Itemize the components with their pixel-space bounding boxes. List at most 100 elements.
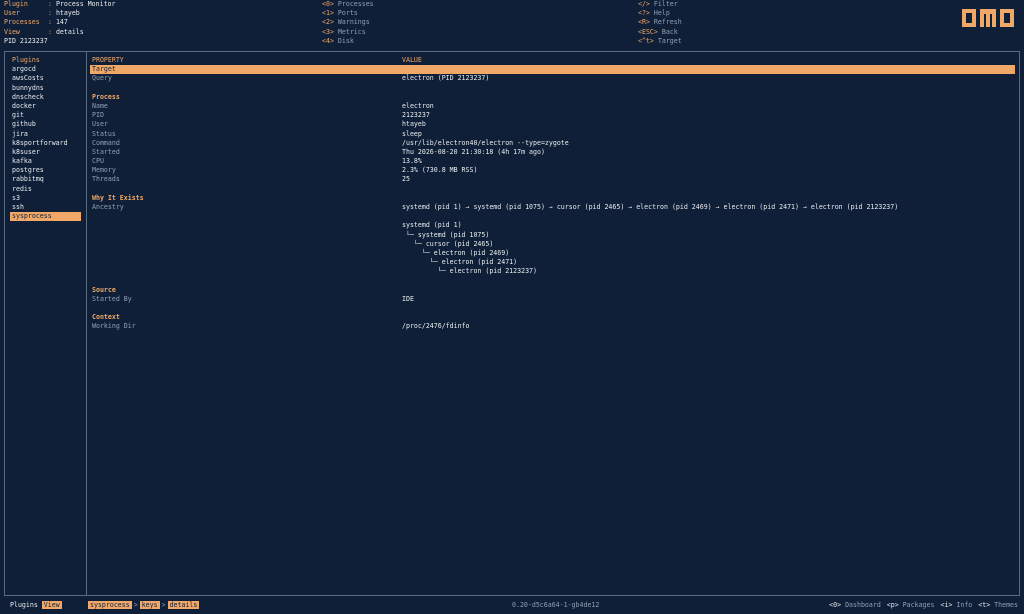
header-key-item[interactable]: <?> Help xyxy=(638,9,682,18)
header-key-item[interactable]: <0> Processes xyxy=(322,0,374,9)
shortcut-key: <t> xyxy=(978,601,991,609)
shortcut-label: Metrics xyxy=(337,27,366,36)
sidebar-item-argocd[interactable]: argocd xyxy=(10,65,81,74)
property-cell: Target xyxy=(92,65,116,74)
header-info-colon: : xyxy=(48,27,56,36)
table-row[interactable]: └─ electron (pid 2469) xyxy=(90,249,1015,258)
sidebar-item-github[interactable]: github xyxy=(10,120,81,129)
header-key-item[interactable]: </> Filter xyxy=(638,0,682,9)
sidebar-item-docker[interactable]: docker xyxy=(10,102,81,111)
property-cell: Started xyxy=(92,147,120,156)
value-cell: /usr/lib/electron40/electron --type=zygo… xyxy=(402,138,569,147)
sidebar-item-postgres[interactable]: postgres xyxy=(10,166,81,175)
value-cell: /proc/2476/fdinfo xyxy=(402,322,470,331)
sidebar-item-k8sportforward[interactable]: k8sportforward xyxy=(10,139,81,148)
header-key-item[interactable]: <1> Ports xyxy=(322,9,374,18)
header-info-value: details xyxy=(55,27,84,36)
header-info-value: Process Monitor xyxy=(55,0,116,8)
sidebar-item-s3[interactable]: s3 xyxy=(10,194,81,203)
header-key-item[interactable]: <2> Warnings xyxy=(322,18,374,27)
shortcut-key: <^t> xyxy=(638,36,654,45)
table-row[interactable]: User htayeb xyxy=(90,120,1015,129)
shortcut-label: Back xyxy=(661,27,678,36)
shortcut-label: Target xyxy=(657,36,682,45)
footer-shortcut[interactable]: <p> Packages xyxy=(887,601,935,609)
header-key-item[interactable]: <^t> Target xyxy=(638,37,682,46)
shortcut-label: Themes xyxy=(994,601,1018,609)
table-spacer xyxy=(90,185,1015,194)
shortcut-label: Help xyxy=(653,9,670,18)
property-cell: CPU xyxy=(92,157,104,166)
table-row[interactable]: Started By IDE xyxy=(90,295,1015,304)
property-cell: Started By xyxy=(92,294,132,303)
breadcrumb-sysprocess[interactable]: sysprocess xyxy=(88,601,132,609)
sidebar-item-sysprocess[interactable]: sysprocess xyxy=(10,212,81,222)
sidebar-item-k8suser[interactable]: k8suser xyxy=(10,148,81,157)
table-row[interactable]: Name electron xyxy=(90,102,1015,111)
shortcut-label: Refresh xyxy=(653,18,682,27)
section-heading: Context xyxy=(90,313,1015,322)
table-row[interactable]: Command/usr/lib/electron40/electron --ty… xyxy=(90,139,1015,148)
shortcut-key: <2> xyxy=(322,18,334,27)
table-row[interactable]: PID 2123237 xyxy=(90,111,1015,120)
header-info-label: User xyxy=(4,9,20,18)
property-cell: User xyxy=(92,120,108,129)
sidebar-item-kafka[interactable]: kafka xyxy=(10,157,81,166)
breadcrumb: sysprocess > keys > details xyxy=(88,601,200,610)
value-cell: └─ electron (pid 2471) xyxy=(402,258,518,267)
sidebar-item-jira[interactable]: jira xyxy=(10,130,81,139)
header-key-item[interactable]: <ESC> Back xyxy=(638,28,682,37)
header-key-item[interactable]: <4> Disk xyxy=(322,37,374,46)
sidebar-item-git[interactable]: git xyxy=(10,111,81,120)
value-cell: 25 xyxy=(402,175,410,184)
value-cell: Thu 2026-08-20 21:30:18 (4h 17m ago) xyxy=(402,147,545,156)
table-row-selected[interactable]: Target xyxy=(90,65,1015,75)
sidebar-item-awsCosts[interactable]: awsCosts xyxy=(10,74,81,83)
header-info-row: Plugin: Process Monitor xyxy=(4,0,116,9)
value-cell: IDE xyxy=(402,294,414,303)
breadcrumb-separator: > xyxy=(133,601,138,609)
table-row[interactable]: Started Thu 2026-08-20 21:30:18 (4h 17m a… xyxy=(90,148,1015,157)
header-info-colon: : xyxy=(48,0,56,8)
footer-shortcut[interactable]: <t> Themes xyxy=(978,601,1018,609)
table-spacer xyxy=(90,277,1015,286)
breadcrumb-details[interactable]: details xyxy=(167,601,200,609)
breadcrumb-keys[interactable]: keys xyxy=(139,601,160,609)
sidebar-item-rabbitmq[interactable]: rabbitmq xyxy=(10,175,81,184)
table-row[interactable]: └─ electron (pid 2471) xyxy=(90,258,1015,267)
sidebar-item-ssh[interactable]: ssh xyxy=(10,203,81,212)
shortcut-key: <3> xyxy=(322,27,334,36)
footer-plugins[interactable]: Plugins View xyxy=(10,601,62,610)
header-info-row: Processes: 147 xyxy=(4,18,116,27)
property-cell: Memory xyxy=(92,166,116,175)
table-row[interactable]: Memory 2.3% (730.8 MB RSS) xyxy=(90,166,1015,175)
table-row[interactable]: └─ cursor (pid 2465) xyxy=(90,240,1015,249)
table-row[interactable]: CPU 13.8% xyxy=(90,157,1015,166)
table-row[interactable]: └─ electron (pid 2123237) xyxy=(90,267,1015,276)
footer-shortcut[interactable]: <0> Dashboard xyxy=(829,601,881,609)
shortcut-key: <1> xyxy=(322,9,334,18)
sidebar-item-bunnydns[interactable]: bunnydns xyxy=(10,84,81,93)
value-cell: 2.3% (730.8 MB RSS) xyxy=(402,166,478,175)
table-row[interactable]: └─ systemd (pid 1075) xyxy=(90,231,1015,240)
sidebar-item-dnscheck[interactable]: dnscheck xyxy=(10,93,81,102)
value-cell: systemd (pid 1) xyxy=(402,221,462,230)
property-cell: Context xyxy=(92,313,120,322)
table-row[interactable]: Query electron (PID 2123237) xyxy=(90,74,1015,83)
header-info-label: Processes xyxy=(4,18,40,27)
value-cell: systemd (pid 1) → systemd (pid 1075) → c… xyxy=(402,203,899,211)
footer-shortcut[interactable]: <i> Info xyxy=(940,601,972,609)
property-cell: Name xyxy=(92,101,108,110)
shortcut-key: <0> xyxy=(829,601,842,609)
header-key-item[interactable]: <R> Refresh xyxy=(638,18,682,27)
view-tag[interactable]: View xyxy=(41,601,62,609)
header-info-row: View: details xyxy=(4,28,116,37)
value-cell: htayeb xyxy=(402,120,426,129)
sidebar-item-redis[interactable]: redis xyxy=(10,185,81,194)
table-row[interactable]: Status sleep xyxy=(90,130,1015,139)
table-row[interactable]: Ancestry systemd (pid 1) → systemd (pid 1… xyxy=(90,203,1015,212)
header-key-item[interactable]: <3> Metrics xyxy=(322,28,374,37)
table-row[interactable]: Working Dir/proc/2476/fdinfo xyxy=(90,322,1015,331)
table-row[interactable]: Threads 25 xyxy=(90,175,1015,184)
table-row[interactable]: systemd (pid 1) xyxy=(90,221,1015,230)
